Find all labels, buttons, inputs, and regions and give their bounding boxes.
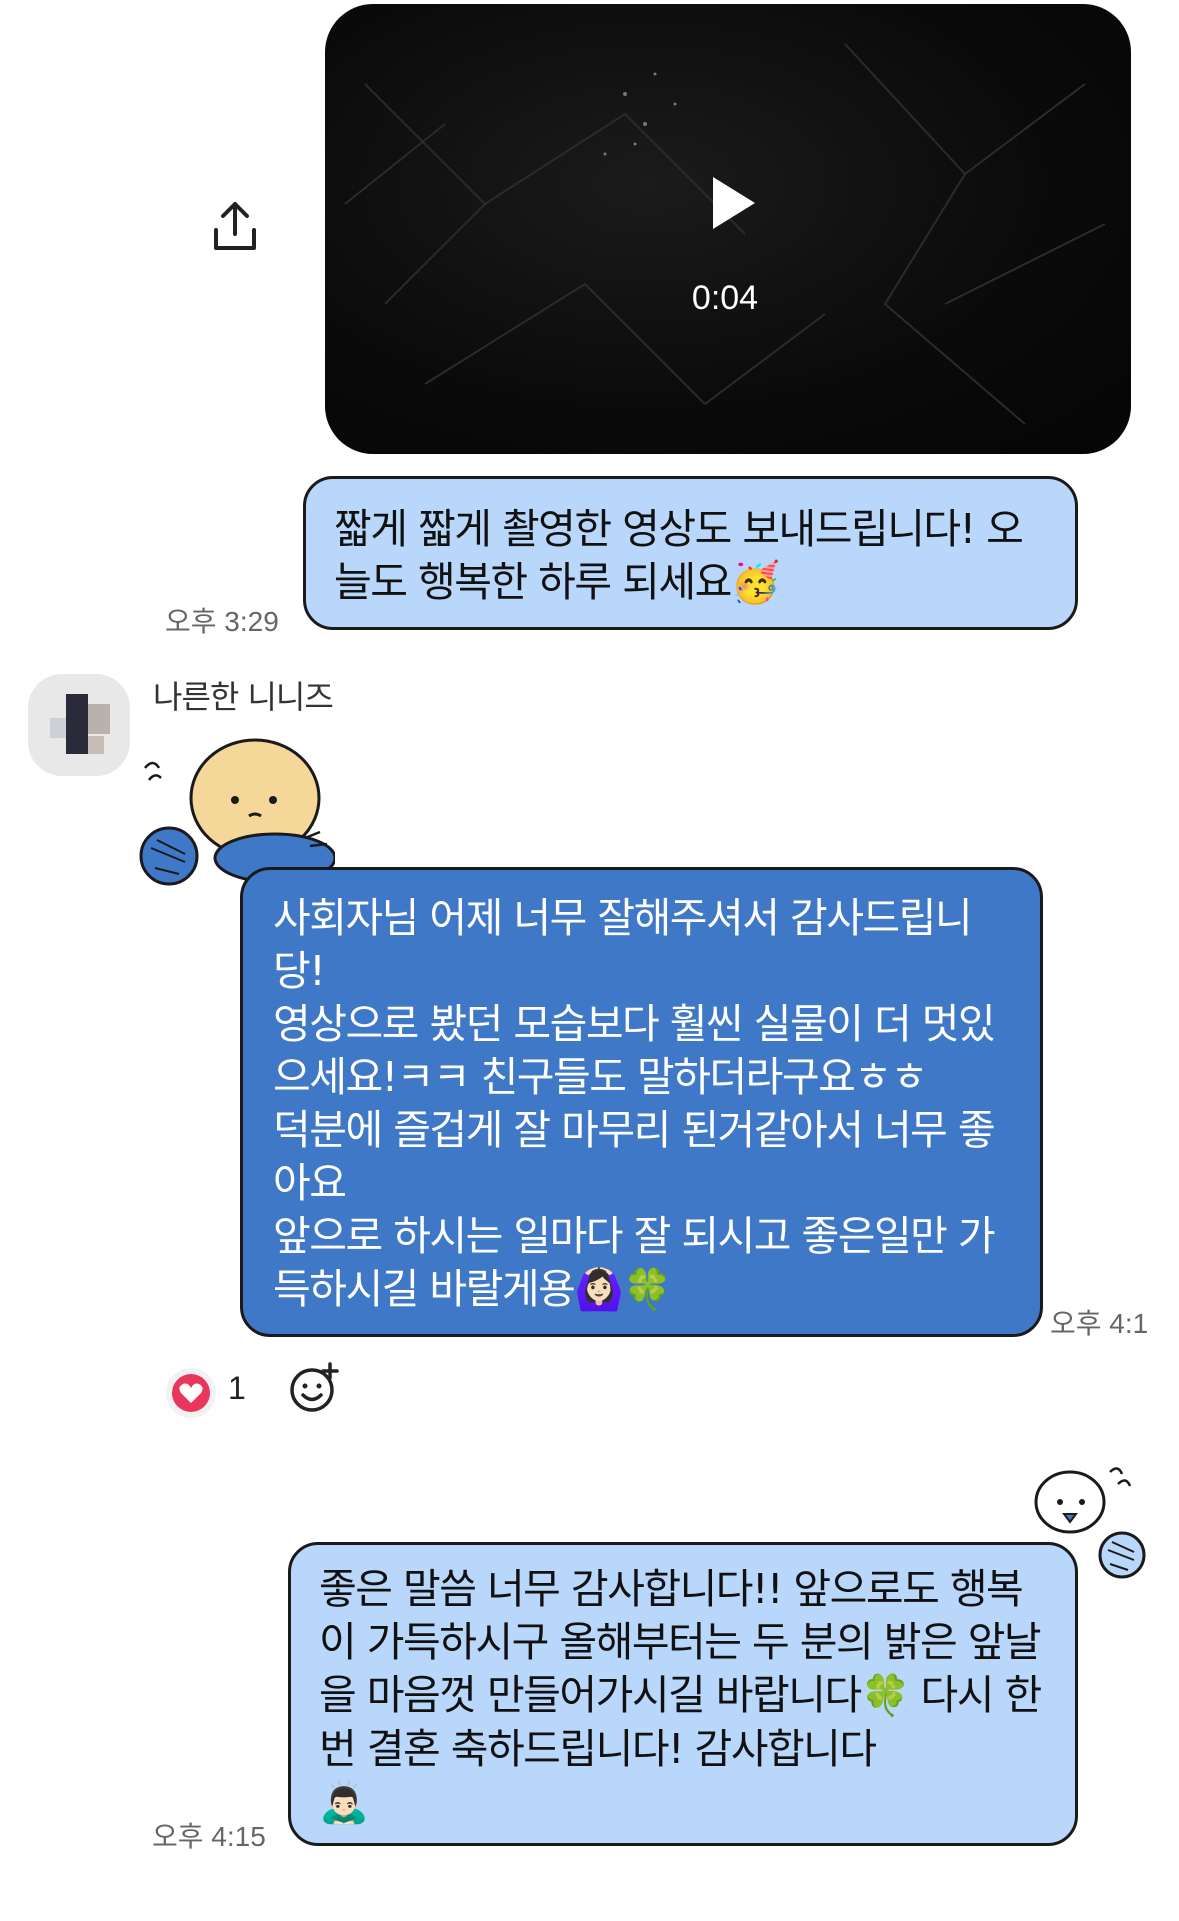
- heart-icon: [172, 1374, 210, 1412]
- share-icon[interactable]: [210, 200, 260, 254]
- message-line: 영상으로 봤던 모습보다 훨씬 실물이 더 멋있으세요!ㅋㅋ 친구들도 말하더라…: [273, 1000, 996, 1101]
- play-icon[interactable]: [713, 177, 755, 229]
- bowing-person-emoji: 🙇🏻‍♂️: [319, 1780, 369, 1826]
- video-duration: 0:04: [691, 279, 759, 317]
- avatar[interactable]: [28, 674, 130, 776]
- message-timestamp: 오후 4:1: [1050, 1308, 1149, 1339]
- party-face-emoji: 🥳: [730, 560, 781, 606]
- message-timestamp: 오후 3:29: [165, 606, 279, 637]
- sent-message-bubble[interactable]: 짧게 짧게 촬영한 영상도 보내드립니다! 오늘도 행복한 하루 되세요🥳: [303, 476, 1078, 630]
- received-message-bubble[interactable]: 사회자님 어제 너무 잘해주셔서 감사드립니당! 영상으로 봤던 모습보다 훨씬…: [240, 867, 1043, 1337]
- message-line: 덕분에 즐겁게 잘 마무리 된거같아서 너무 좋아요: [273, 1106, 996, 1207]
- heart-reaction-button[interactable]: [166, 1368, 216, 1418]
- reaction-count: 1: [228, 1370, 246, 1406]
- add-reaction-icon[interactable]: [288, 1362, 340, 1414]
- sender-name: 나른한 니니즈: [153, 678, 334, 716]
- video-thumbnail[interactable]: 0:04: [325, 4, 1131, 454]
- clover-emoji: 🍀: [860, 1673, 911, 1719]
- bear-sticker-decoration: [139, 738, 335, 886]
- sent-message-bubble[interactable]: 좋은 말씀 너무 감사합니다!! 앞으로도 행복이 가득하시구 올해부터는 두 …: [288, 1542, 1078, 1846]
- ok-gesture-clover-emoji: 🙆🏻‍♀️🍀: [574, 1267, 672, 1313]
- message-timestamp: 오후 4:15: [152, 1821, 266, 1852]
- message-line: 사회자님 어제 너무 잘해주셔서 감사드립니당!: [273, 894, 973, 995]
- message-text: 짧게 짧게 촬영한 영상도 보내드립니다! 오늘도 행복한 하루 되세요: [334, 505, 1024, 606]
- video-frame-texture: [344, 43, 1106, 425]
